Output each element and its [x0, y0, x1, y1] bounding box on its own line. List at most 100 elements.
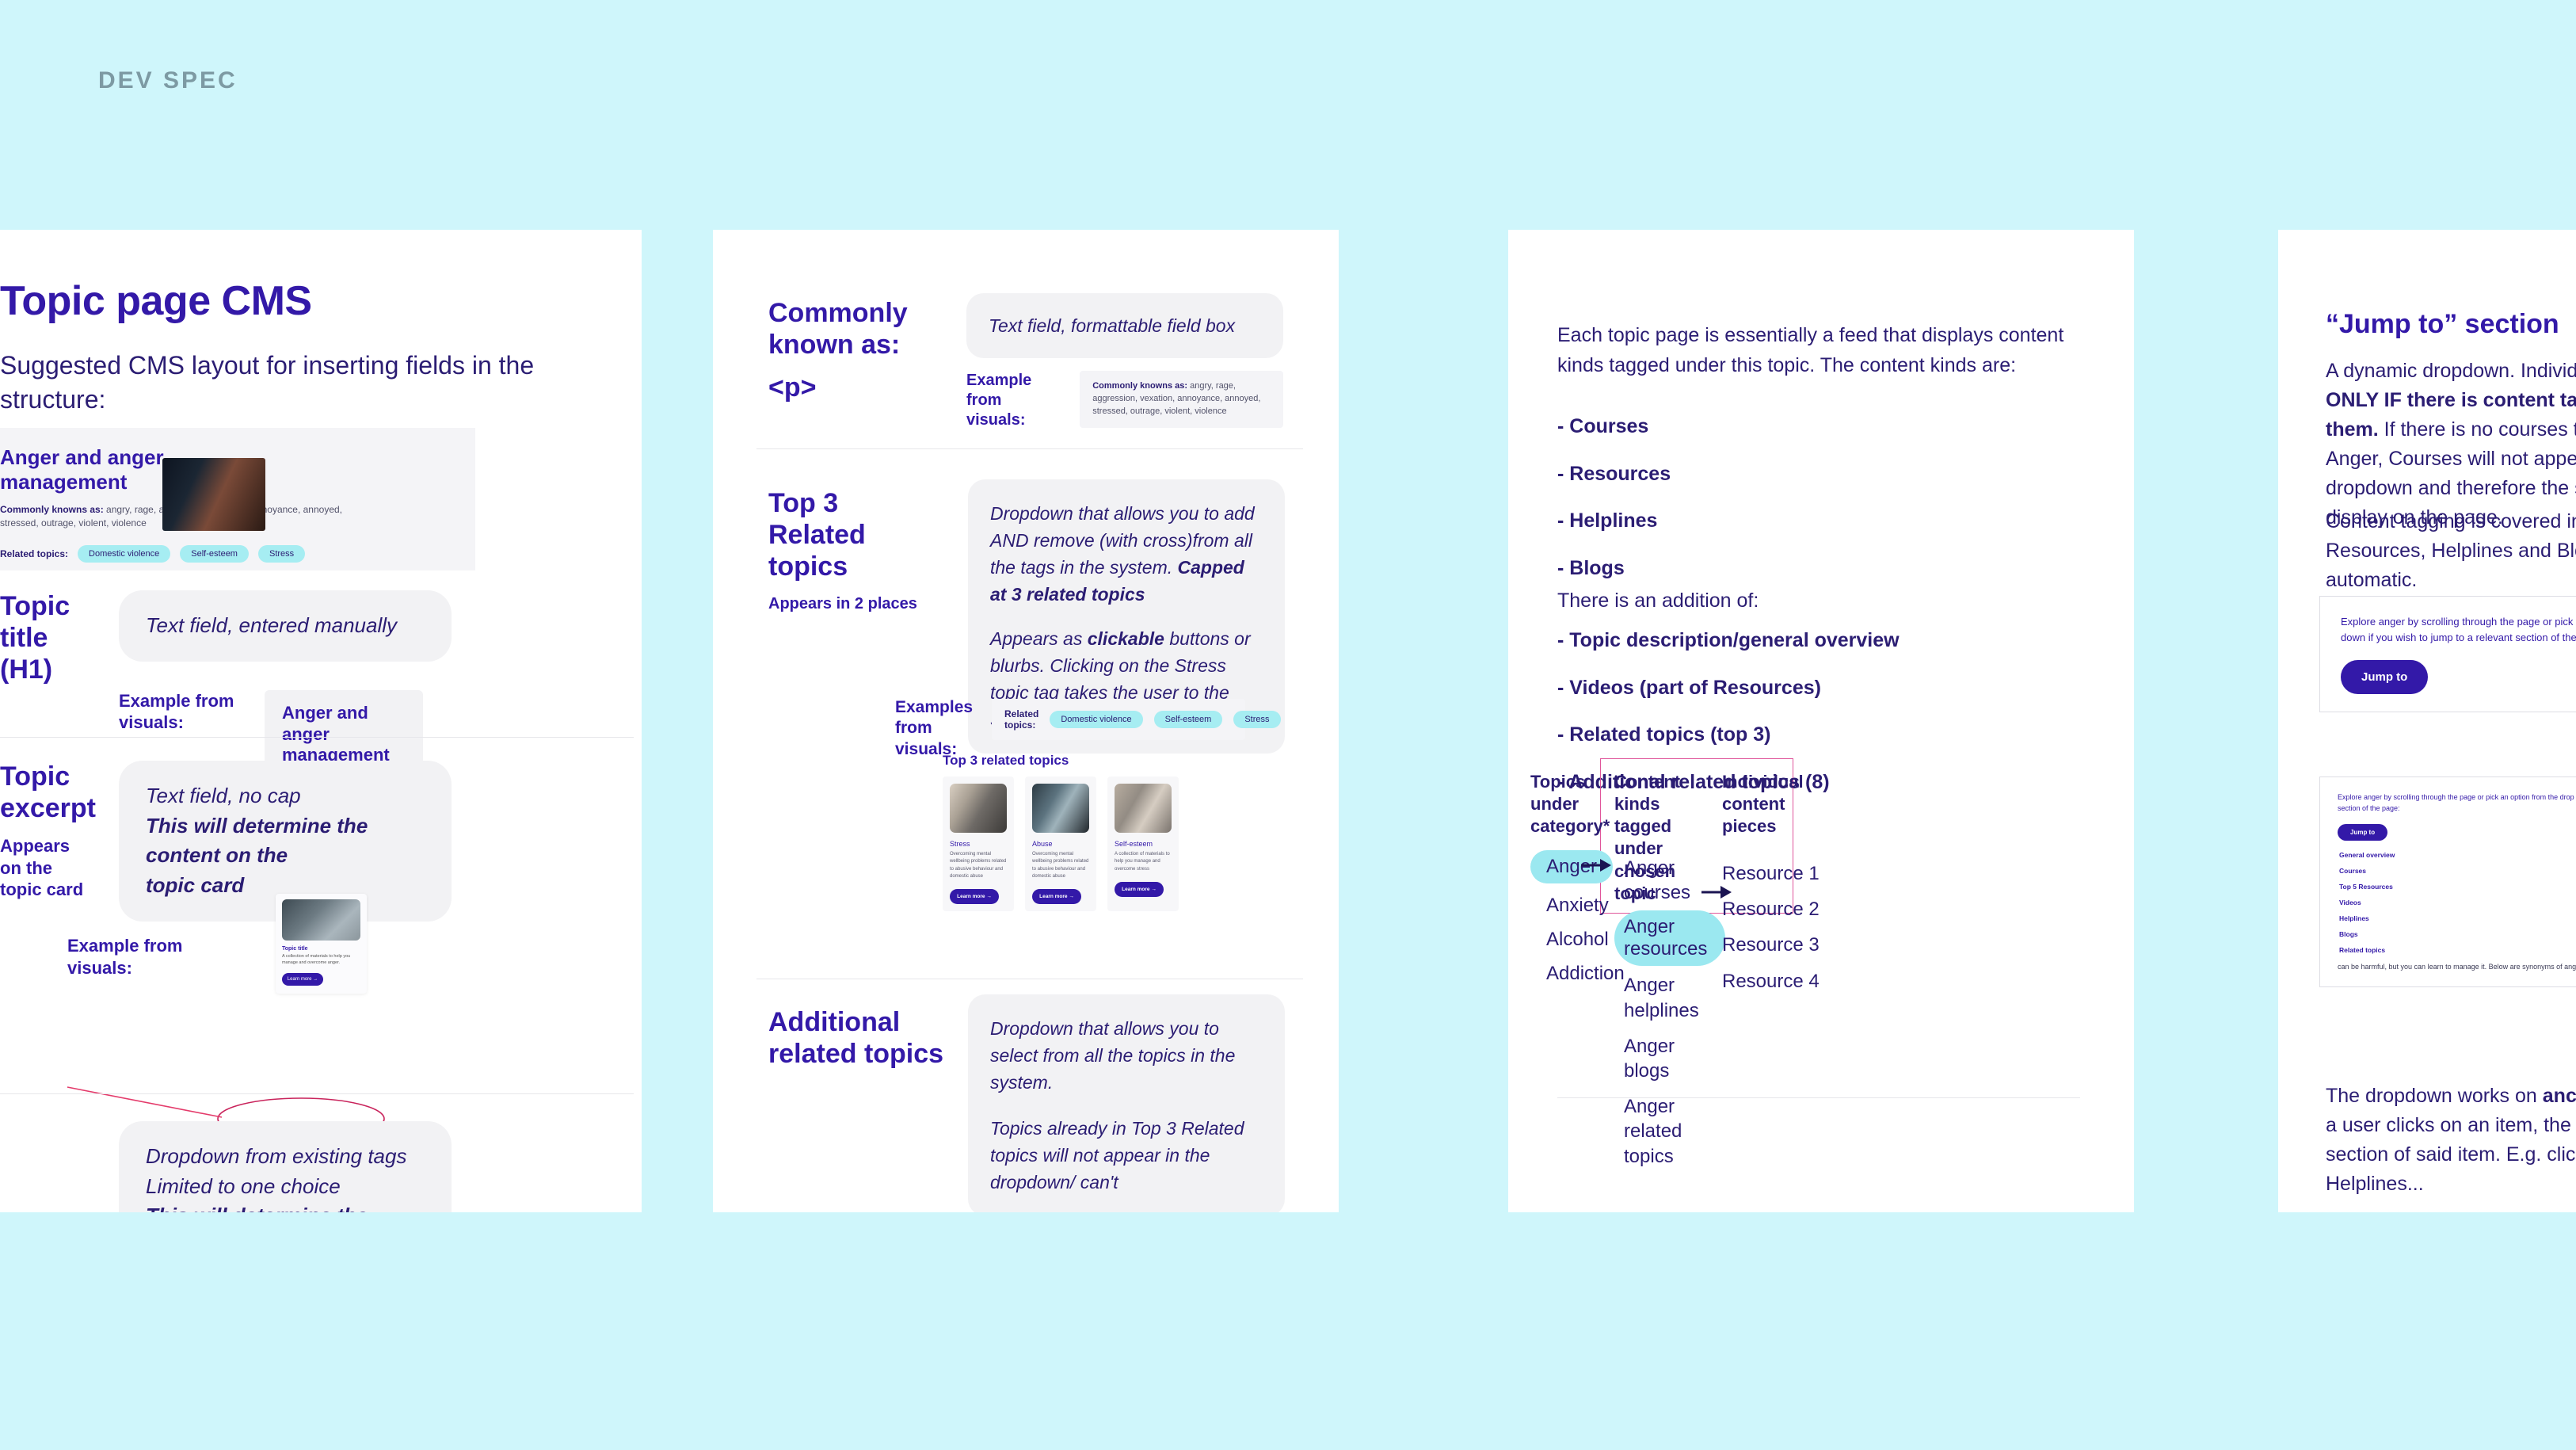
topic-card-abuse[interactable]: Abuse Overcoming mental wellbeing proble…	[1025, 777, 1096, 912]
c4-mock2-tail: can be harmful, but you can learn to man…	[2338, 962, 2576, 971]
row1-bubble-line1: Text field, no cap	[146, 784, 301, 807]
c2-bubble-additional-p2: Topics already in Top 3 Related topics w…	[990, 1118, 1244, 1193]
dd-item-general-overview[interactable]: General overview	[2338, 847, 2576, 863]
diagram-resource-3[interactable]: Resource 3	[1722, 927, 1833, 963]
topic-card-title: Self-esteem	[1115, 840, 1153, 848]
card1-divider-1	[0, 737, 634, 738]
c2-bubble-top3-p2b: clickable	[1087, 628, 1164, 650]
c2-bubble-top3-p1: Dropdown that allows you to add AND remo…	[990, 500, 1263, 608]
c3-kind-blogs: - Blogs	[1557, 556, 1625, 579]
c2-related-tag-2[interactable]: Stress	[1233, 711, 1281, 728]
c4-mock-jumpto-collapsed: Explore anger by scrolling through the p…	[2319, 596, 2576, 713]
preview-tag-2[interactable]: Stress	[257, 545, 306, 563]
c2-top3-head: Top 3 related topics	[943, 753, 1069, 768]
card1-row-dropdown: Dropdown from existing tags Limited to o…	[119, 1121, 452, 1212]
diagram-col1-head: Topics under category*	[1530, 772, 1610, 837]
topic-card-learn-more-button[interactable]: Learn more →	[950, 889, 999, 905]
preview-related-row: Related topics: Domestic violence Self-e…	[0, 545, 306, 563]
topic-card-title: Stress	[950, 840, 970, 848]
c3-diagram: Topics under category* Content kinds tag…	[1530, 757, 2117, 1167]
dev-spec-board: DEV SPEC Topic page CMS Suggested CMS la…	[0, 0, 2576, 1450]
c4-title: “Jump to” section	[2326, 309, 2559, 339]
diagram-resource-1[interactable]: Resource 1	[1722, 856, 1833, 891]
preview-thumbnail	[162, 458, 265, 531]
preview-tag-1[interactable]: Self-esteem	[180, 545, 249, 563]
dd-item-related-topics[interactable]: Related topics	[2338, 942, 2576, 958]
c2-bubble-additional-p1: Dropdown that allows you to select from …	[990, 1018, 1236, 1093]
c2-examples-label: Examples from visuals:	[895, 698, 974, 758]
c3-kind-courses: - Courses	[1557, 415, 1649, 437]
mini-card-learn-more-button[interactable]: Learn more →	[282, 972, 323, 986]
jump-to-dropdown-list: General overview Courses Top 5 Resources…	[2338, 847, 2576, 958]
topic-card-image	[1115, 784, 1172, 833]
diagram-arrow-2-icon	[1701, 886, 1732, 899]
preview-tag-0[interactable]: Domestic violence	[78, 545, 171, 563]
card1-divider-2	[0, 1093, 634, 1094]
dd-item-blogs[interactable]: Blogs	[2338, 926, 2576, 942]
card-topic-page-cms: Topic page CMS Suggested CMS layout for …	[0, 230, 642, 1212]
dd-item-courses[interactable]: Courses	[2338, 863, 2576, 879]
c2-related-label: Related topics:	[1004, 708, 1039, 731]
c3-kind-resources: - Resources	[1557, 462, 1671, 485]
c3-addition-label: There is an addition of:	[1557, 590, 1759, 612]
topic-card-learn-more-button[interactable]: Learn more →	[1032, 889, 1081, 905]
c2-label-commonly-known: Commonly known as:	[768, 298, 908, 361]
c3-addition-1: - Videos (part of Resources)	[1557, 676, 1821, 699]
dd-item-videos[interactable]: Videos	[2338, 895, 2576, 910]
diagram-topic-anxiety[interactable]: Anxiety	[1530, 888, 1610, 922]
c2-related-tag-0[interactable]: Domestic violence	[1050, 711, 1143, 728]
c2-bubble-top3-p2a: Appears as	[990, 628, 1088, 650]
c2-note-top3: Appears in 2 places	[768, 595, 917, 613]
dd-item-helplines[interactable]: Helplines	[2338, 910, 2576, 926]
jump-to-button-small[interactable]: Jump to	[2338, 823, 2388, 841]
mini-card-title: Topic title	[282, 946, 308, 952]
c3-divider	[1557, 1097, 2080, 1098]
topic-card-self-esteem[interactable]: Self-esteem A collection of materials to…	[1107, 777, 1179, 912]
jump-to-button[interactable]: Jump to	[2341, 660, 2429, 695]
row0-example-label: Example from visuals:	[119, 690, 234, 733]
row1-bubble-line2: This will determine the content on the	[146, 813, 368, 868]
row2-bubble-line3: This will determine the content feed bel…	[146, 1201, 425, 1212]
c2-example-known-box: Commonly knowns as: angry, rage, aggress…	[1080, 371, 1283, 428]
c3-kind-helplines: - Helplines	[1557, 509, 1658, 532]
diagram-resource-2[interactable]: Resource 2	[1722, 891, 1833, 927]
row-label-topic-title: Topic title (H1)	[0, 591, 70, 685]
c4-paragraph-1: A dynamic dropdown. Individual items app…	[2326, 357, 2576, 532]
diagram-topic-addiction[interactable]: Addiction	[1530, 956, 1625, 990]
c4-paragraph-2: Content tagging is covered in the Course…	[2326, 510, 2576, 591]
c2-label-additional: Additional related topics	[768, 1007, 944, 1070]
diagram-topic-alcohol[interactable]: Alcohol	[1530, 922, 1610, 956]
c2-topic-cards: Stress Overcoming mental wellbeing probl…	[943, 777, 1179, 912]
c2-related-tag-1[interactable]: Self-esteem	[1153, 711, 1223, 728]
topic-card-learn-more-button[interactable]: Learn more →	[1115, 881, 1164, 897]
mini-card-image	[282, 899, 360, 941]
c4-mock-jumpto-expanded: Explore anger by scrolling through the p…	[2319, 777, 2576, 988]
diagram-kind-related-topics[interactable]: Anger related topics	[1614, 1089, 1725, 1174]
diagram-col3-head: Individual content pieces	[1722, 772, 1804, 837]
dd-item-top-5-resources[interactable]: Top 5 Resources	[2338, 879, 2576, 895]
card-content-kinds: Each topic page is essentially a feed th…	[1508, 230, 2134, 1212]
c2-divider-1	[756, 448, 1303, 449]
c4-p3a: The dropdown works on	[2326, 1085, 2543, 1107]
card1-visual-preview: Anger and anger management Commonly know…	[0, 428, 475, 570]
row2-bubble-line2: Limited to one choice	[146, 1173, 341, 1198]
topic-card-stress[interactable]: Stress Overcoming mental wellbeing probl…	[943, 777, 1014, 912]
c2-related-strip: Related topics: Domestic violence Self-e…	[992, 699, 1281, 740]
card1-title: Topic page CMS	[0, 278, 312, 324]
card-jump-to-section: “Jump to” section A dynamic dropdown. In…	[2278, 230, 2576, 1212]
c2-label-top3: Top 3 Related topics	[768, 488, 866, 582]
c4-mock1-text: Explore anger by scrolling through the p…	[2341, 616, 2576, 644]
c2-bubble-additional: Dropdown that allows you to select from …	[968, 994, 1285, 1212]
mini-topic-card: Topic title A collection of materials to…	[276, 894, 367, 994]
card1-row-topic-title: Topic title (H1) Text field, entered man…	[0, 590, 634, 780]
topic-card-image	[1032, 784, 1089, 833]
c3-addition-2: - Related topics (top 3)	[1557, 723, 1771, 746]
row2-bubble-line1: Dropdown from existing tags	[146, 1144, 407, 1168]
diagram-kind-blogs[interactable]: Anger blogs	[1614, 1028, 1725, 1089]
diagram-kind-helplines[interactable]: Anger helplines	[1614, 967, 1725, 1028]
diagram-resource-4[interactable]: Resource 4	[1722, 963, 1833, 999]
diagram-kind-resources[interactable]: Anger resources	[1614, 910, 1725, 967]
topic-card-title: Abuse	[1032, 840, 1053, 848]
topic-card-desc: A collection of materials to help you ma…	[1115, 852, 1170, 872]
page-title: DEV SPEC	[98, 67, 238, 93]
